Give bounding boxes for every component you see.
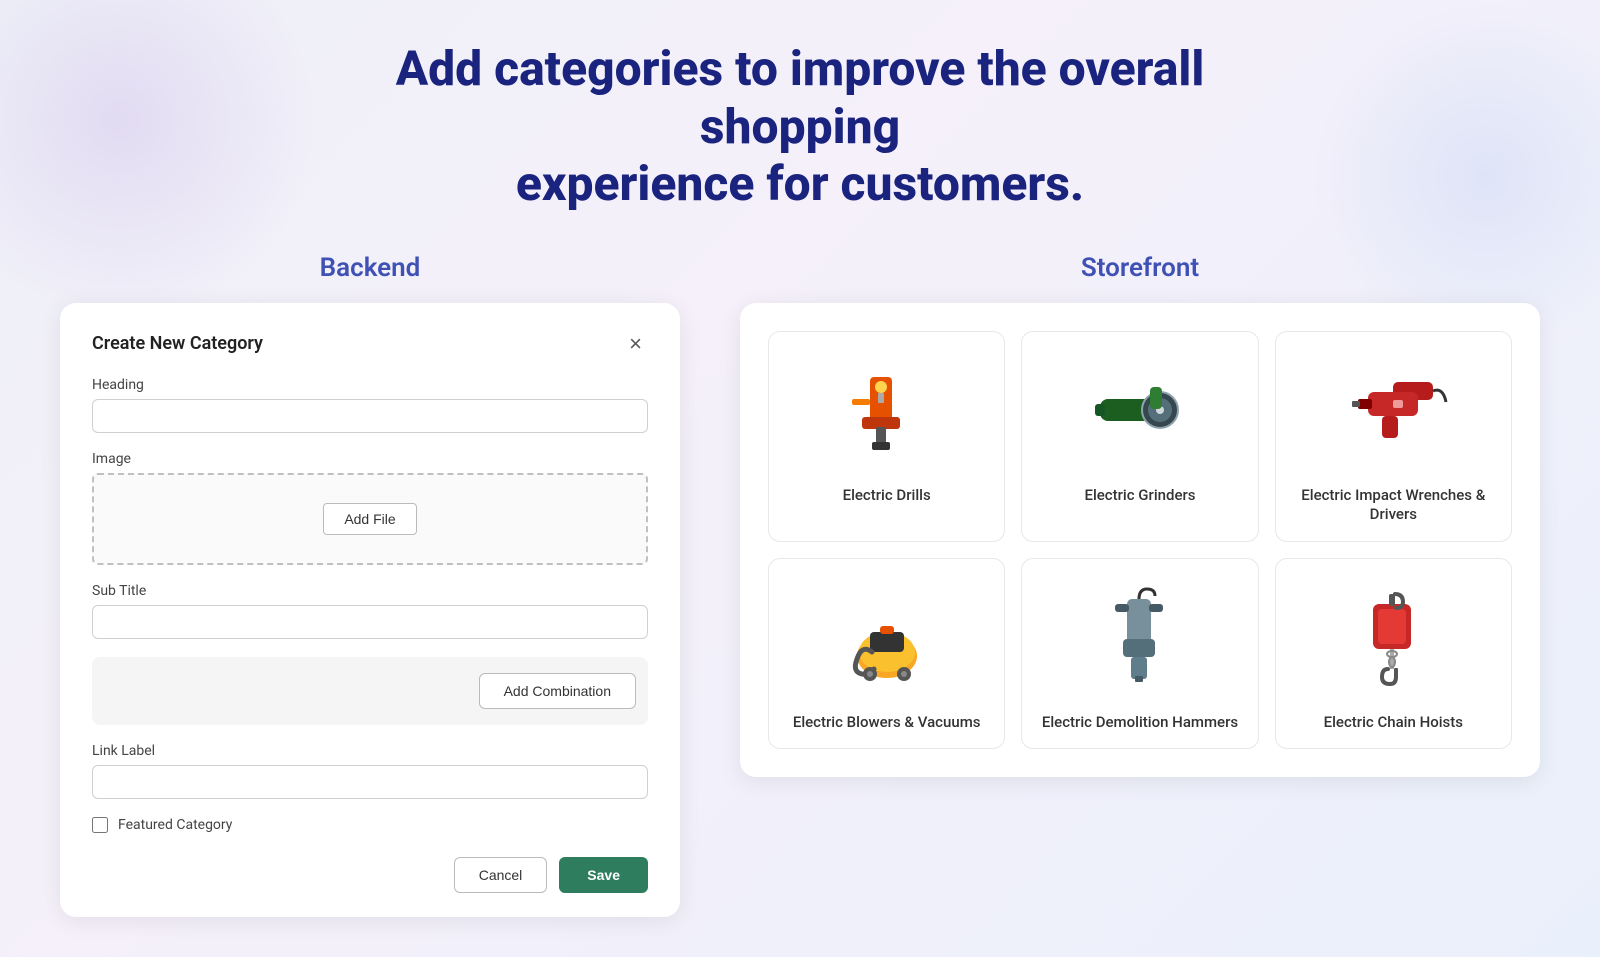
category-item-electric-impact-wrenches[interactable]: Electric Impact Wrenches & Drivers — [1275, 331, 1512, 542]
category-item-electric-drills[interactable]: Electric Drills — [768, 331, 1005, 542]
featured-category-checkbox[interactable] — [92, 817, 108, 833]
category-name-electric-demolition: Electric Demolition Hammers — [1042, 713, 1238, 733]
category-name-electric-impact-wrenches: Electric Impact Wrenches & Drivers — [1292, 486, 1495, 525]
link-label-input[interactable] — [92, 765, 648, 799]
category-image-electric-drills — [827, 352, 947, 472]
save-button[interactable]: Save — [559, 857, 648, 893]
demolition-hammer-icon — [1085, 584, 1195, 694]
heading-label: Heading — [92, 377, 648, 393]
drill-icon — [832, 357, 942, 467]
category-image-electric-chain-hoists — [1333, 579, 1453, 699]
link-label-label: Link Label — [92, 743, 648, 759]
link-label-field-group: Link Label — [92, 743, 648, 799]
create-category-card: Create New Category × Heading Image Add … — [60, 303, 680, 917]
card-actions: Cancel Save — [92, 857, 648, 893]
storefront-card: Electric Drills — [740, 303, 1540, 778]
vacuum-icon — [832, 584, 942, 694]
card-title: Create New Category — [92, 333, 263, 354]
heading-field-group: Heading — [92, 377, 648, 433]
category-name-electric-grinders: Electric Grinders — [1084, 486, 1195, 506]
subtitle-label: Sub Title — [92, 583, 648, 599]
featured-category-label: Featured Category — [118, 817, 232, 833]
impact-wrench-icon — [1338, 357, 1448, 467]
add-file-button[interactable]: Add File — [323, 503, 416, 535]
cancel-button[interactable]: Cancel — [454, 857, 548, 893]
category-image-electric-blowers — [827, 579, 947, 699]
close-button[interactable]: × — [623, 331, 648, 357]
category-item-electric-demolition[interactable]: Electric Demolition Hammers — [1021, 558, 1258, 750]
featured-category-row: Featured Category — [92, 817, 648, 833]
category-item-electric-blowers[interactable]: Electric Blowers & Vacuums — [768, 558, 1005, 750]
backend-column: Backend Create New Category × Heading Im… — [60, 253, 680, 917]
category-name-electric-blowers: Electric Blowers & Vacuums — [793, 713, 981, 733]
image-field-group: Image Add File — [92, 451, 648, 565]
storefront-label: Storefront — [740, 253, 1540, 283]
category-image-electric-impact-wrenches — [1333, 352, 1453, 472]
add-combination-button[interactable]: Add Combination — [479, 673, 636, 709]
category-item-electric-chain-hoists[interactable]: Electric Chain Hoists — [1275, 558, 1512, 750]
card-header: Create New Category × — [92, 331, 648, 357]
page-heading: Add categories to improve the overall sh… — [350, 40, 1250, 213]
storefront-column: Storefront — [740, 253, 1540, 778]
category-grid: Electric Drills — [768, 331, 1512, 750]
category-name-electric-chain-hoists: Electric Chain Hoists — [1324, 713, 1463, 733]
subtitle-field-group: Sub Title — [92, 583, 648, 639]
category-image-electric-demolition — [1080, 579, 1200, 699]
combination-section: Add Combination — [92, 657, 648, 725]
image-label: Image — [92, 451, 648, 467]
category-item-electric-grinders[interactable]: Electric Grinders — [1021, 331, 1258, 542]
grinder-icon — [1085, 357, 1195, 467]
category-name-electric-drills: Electric Drills — [843, 486, 931, 506]
category-image-electric-grinders — [1080, 352, 1200, 472]
heading-input[interactable] — [92, 399, 648, 433]
image-upload-area: Add File — [92, 473, 648, 565]
backend-label: Backend — [60, 253, 680, 283]
chain-hoist-icon — [1338, 584, 1448, 694]
subtitle-input[interactable] — [92, 605, 648, 639]
